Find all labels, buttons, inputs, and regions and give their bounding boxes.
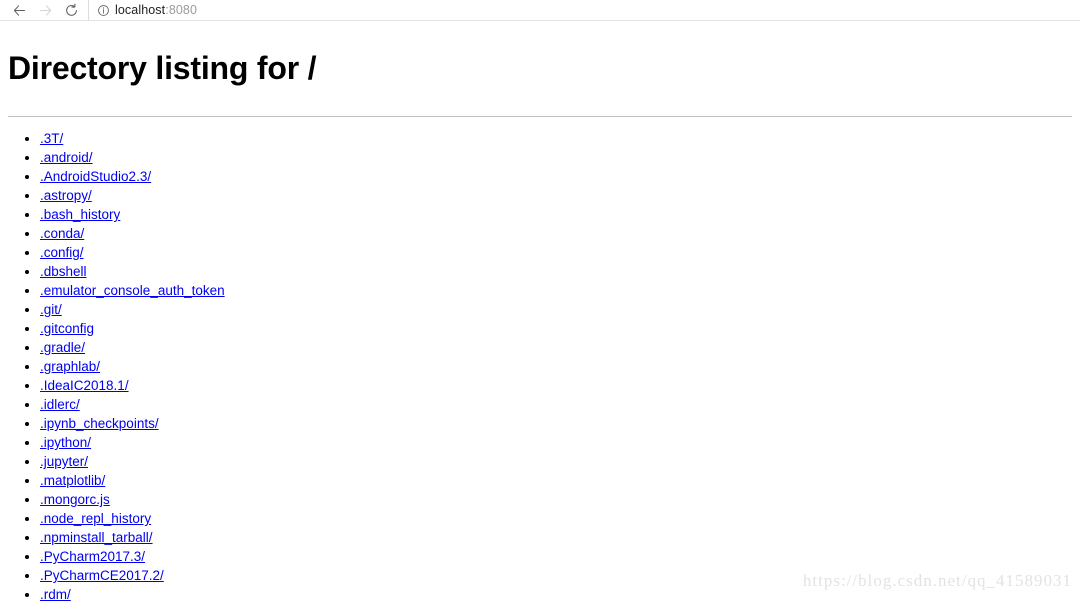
list-item: .PyCharmCE2017.2/ xyxy=(40,566,1072,585)
list-item: .PyCharm2017.3/ xyxy=(40,547,1072,566)
list-item: .matplotlib/ xyxy=(40,471,1072,490)
directory-entry-link[interactable]: .mongorc.js xyxy=(40,492,110,507)
list-item: .ipynb_checkpoints/ xyxy=(40,414,1072,433)
directory-entry-link[interactable]: .graphlab/ xyxy=(40,359,100,374)
list-item: .git/ xyxy=(40,300,1072,319)
list-item: .graphlab/ xyxy=(40,357,1072,376)
directory-entry-link[interactable]: .ipython/ xyxy=(40,435,91,450)
directory-entry-link[interactable]: .ipynb_checkpoints/ xyxy=(40,416,159,431)
directory-entry-link[interactable]: .conda/ xyxy=(40,226,84,241)
directory-entry-link[interactable]: .astropy/ xyxy=(40,188,92,203)
reload-icon xyxy=(64,3,79,18)
list-item: .dbshell xyxy=(40,262,1072,281)
url-port: :8080 xyxy=(165,3,198,17)
directory-entry-link[interactable]: .PyCharmCE2017.2/ xyxy=(40,568,164,583)
url-host: localhost xyxy=(115,3,166,17)
list-item: .gitconfig xyxy=(40,319,1072,338)
directory-entry-link[interactable]: .rdm/ xyxy=(40,587,71,602)
url-text: localhost:8080 xyxy=(115,3,197,17)
list-item: .rdm/ xyxy=(40,585,1072,604)
list-item: .ipython/ xyxy=(40,433,1072,452)
list-item: .node_repl_history xyxy=(40,509,1072,528)
list-item: .config/ xyxy=(40,243,1072,262)
navigation-buttons xyxy=(0,0,84,20)
list-item: .astropy/ xyxy=(40,186,1072,205)
directory-entry-link[interactable]: .AndroidStudio2.3/ xyxy=(40,169,151,184)
reload-button[interactable] xyxy=(58,0,84,20)
list-item: .android/ xyxy=(40,148,1072,167)
directory-entry-link[interactable]: .dbshell xyxy=(40,264,87,279)
list-item: .AndroidStudio2.3/ xyxy=(40,167,1072,186)
directory-entry-link[interactable]: .PyCharm2017.3/ xyxy=(40,549,145,564)
list-item: .conda/ xyxy=(40,224,1072,243)
directory-entry-link[interactable]: .android/ xyxy=(40,150,93,165)
directory-listing: .3T/ .android/ .AndroidStudio2.3/ .astro… xyxy=(8,117,1072,607)
directory-entry-link[interactable]: .matplotlib/ xyxy=(40,473,105,488)
directory-entry-link[interactable]: .gitconfig xyxy=(40,321,94,336)
list-item: .IdeaIC2018.1/ xyxy=(40,376,1072,395)
forward-arrow-icon xyxy=(38,3,53,18)
list-item: .idlerc/ xyxy=(40,395,1072,414)
directory-entry-link[interactable]: .config/ xyxy=(40,245,84,260)
directory-entry-link[interactable]: .bash_history xyxy=(40,207,120,222)
directory-entry-link[interactable]: .IdeaIC2018.1/ xyxy=(40,378,129,393)
list-item: .bash_history xyxy=(40,205,1072,224)
info-circle-icon[interactable] xyxy=(97,4,110,17)
directory-entry-link[interactable]: .jupyter/ xyxy=(40,454,88,469)
list-item: .gradle/ xyxy=(40,338,1072,357)
page-content: Directory listing for / .3T/ .android/ .… xyxy=(0,21,1080,607)
back-arrow-icon xyxy=(12,3,27,18)
directory-entry-link[interactable]: .idlerc/ xyxy=(40,397,80,412)
directory-entry-link[interactable]: .git/ xyxy=(40,302,62,317)
list-item: .jupyter/ xyxy=(40,452,1072,471)
browser-toolbar: localhost:8080 xyxy=(0,0,1080,21)
page-title: Directory listing for / xyxy=(8,50,317,86)
list-item: .npminstall_tarball/ xyxy=(40,528,1072,547)
forward-button[interactable] xyxy=(32,0,58,20)
directory-entry-link[interactable]: .emulator_console_auth_token xyxy=(40,283,225,298)
back-button[interactable] xyxy=(6,0,32,20)
address-bar[interactable]: localhost:8080 xyxy=(88,0,1080,20)
directory-entry-link[interactable]: .gradle/ xyxy=(40,340,85,355)
list-item: .mongorc.js xyxy=(40,490,1072,509)
list-item: .emulator_console_auth_token xyxy=(40,281,1072,300)
directory-entry-link[interactable]: .npminstall_tarball/ xyxy=(40,530,153,545)
directory-entry-link[interactable]: .3T/ xyxy=(40,131,63,146)
list-item: .3T/ xyxy=(40,129,1072,148)
directory-entry-link[interactable]: .node_repl_history xyxy=(40,511,151,526)
